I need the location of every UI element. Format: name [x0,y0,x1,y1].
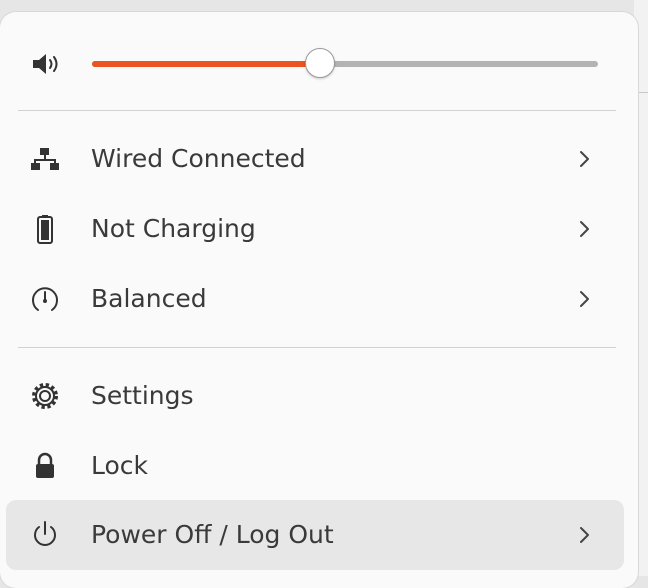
divider [18,347,616,348]
volume-slider-fill [92,61,320,67]
chevron-right-icon [576,145,594,173]
wired-connected-label: Wired Connected [91,144,306,173]
lock-label: Lock [91,451,149,480]
chevron-right-icon [576,285,594,313]
volume-slider-knob[interactable] [305,48,335,78]
quick-settings-menu: Wired Connected Not Charging Balanced Se… [0,12,638,588]
power-mode-gauge-icon [28,283,62,315]
speaker-volume-icon[interactable] [30,52,64,76]
power-icon [28,519,62,551]
battery-status-item[interactable]: Not Charging [6,197,624,261]
chevron-right-icon [576,521,594,549]
divider [18,110,616,111]
battery-status-label: Not Charging [91,214,256,243]
settings-label: Settings [91,381,194,410]
chevron-right-icon [576,215,594,243]
power-mode-item[interactable]: Balanced [6,267,624,331]
volume-row [0,40,638,88]
power-off-logout-item[interactable]: Power Off / Log Out [6,500,624,570]
lock-icon [28,450,62,482]
battery-icon [28,213,62,245]
wired-network-icon [28,143,62,175]
power-mode-label: Balanced [91,284,207,313]
power-off-logout-label: Power Off / Log Out [91,520,334,549]
wired-connected-item[interactable]: Wired Connected [6,127,624,191]
gear-icon [28,380,62,412]
lock-item[interactable]: Lock [6,434,624,498]
volume-slider[interactable] [92,48,598,78]
settings-item[interactable]: Settings [6,364,624,428]
